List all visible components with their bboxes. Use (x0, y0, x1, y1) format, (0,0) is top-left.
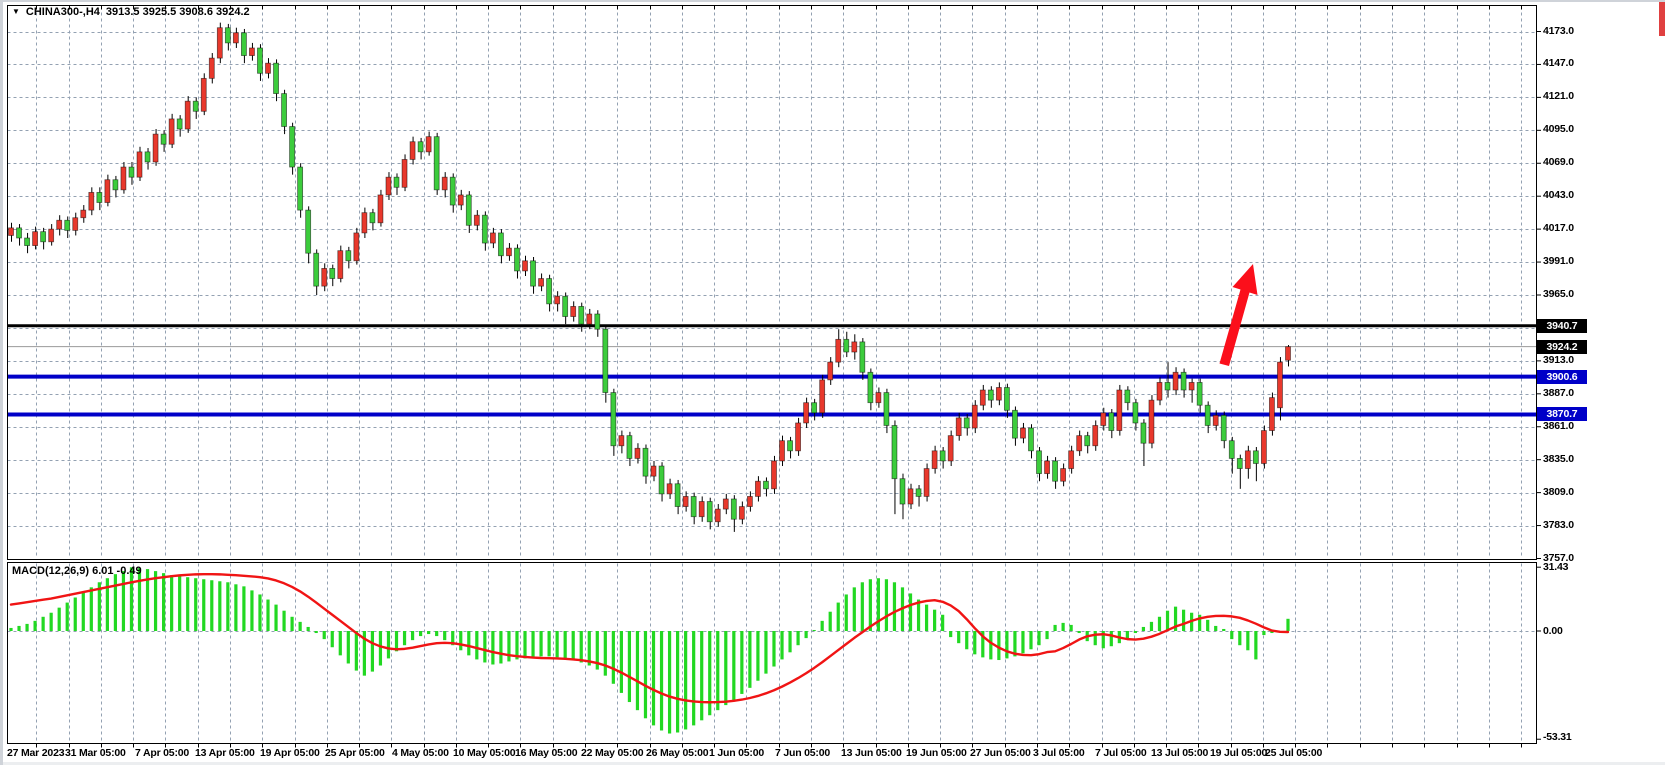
price-badge: 3900.6 (1537, 370, 1587, 384)
up-arrow-annotation[interactable] (1220, 264, 1258, 366)
symbol-dropdown-icon[interactable]: ▼ (12, 7, 20, 17)
ohlc-values: 3913.5 3925.5 3908.6 3924.2 (106, 6, 250, 18)
price-axis-label: 4121.0 (1543, 90, 1574, 102)
time-axis-label: 16 May 05:00 (515, 747, 577, 759)
price-axis-label: 4095.0 (1543, 123, 1574, 135)
price-axis-label: 4173.0 (1543, 25, 1574, 37)
time-axis-label: 10 May 05:00 (453, 747, 515, 759)
price-axis-label: 4147.0 (1543, 57, 1574, 69)
time-axis-label: 7 Jul 05:00 (1095, 747, 1147, 759)
price-axis-label: 3913.0 (1543, 354, 1574, 366)
time-axis-label: 26 May 05:00 (646, 747, 708, 759)
time-axis-label: 7 Apr 05:00 (135, 747, 189, 759)
time-axis-label: 27 Jun 05:00 (970, 747, 1031, 759)
time-axis-label: 1 Jun 05:00 (709, 747, 764, 759)
price-axis-label: 4017.0 (1543, 222, 1574, 234)
price-badge: 3870.7 (1537, 407, 1587, 421)
time-axis-label: 19 Apr 05:00 (260, 747, 320, 759)
time-axis-label: 13 Jul 05:00 (1151, 747, 1208, 759)
macd-axis-label: 0.00 (1543, 625, 1563, 637)
price-badge: 3924.2 (1537, 340, 1587, 354)
price-axis-label: 3783.0 (1543, 519, 1574, 531)
time-axis-label: 25 Apr 05:00 (325, 747, 385, 759)
time-axis-label: 27 Mar 2023 (7, 747, 64, 759)
time-axis-label: 19 Jul 05:00 (1210, 747, 1267, 759)
price-axis-label: 3965.0 (1543, 288, 1574, 300)
price-axis-label: 3887.0 (1543, 387, 1574, 399)
time-axis-label: 3 Jul 05:00 (1033, 747, 1085, 759)
time-axis-label: 31 Mar 05:00 (65, 747, 126, 759)
mt4-chart-window: ▼ CHINA300-,H4 3913.5 3925.5 3908.6 3924… (0, 0, 1665, 765)
time-axis-label: 19 Jun 05:00 (906, 747, 967, 759)
price-axis-label: 3809.0 (1543, 486, 1574, 498)
price-axis-label: 3991.0 (1543, 255, 1574, 267)
time-axis-label: 7 Jun 05:00 (775, 747, 830, 759)
time-axis-label: 13 Jun 05:00 (841, 747, 902, 759)
chart-title: ▼ CHINA300-,H4 3913.5 3925.5 3908.6 3924… (12, 6, 250, 18)
macd-axis-label: 31.43 (1543, 561, 1568, 573)
time-axis-label: 25 Jul 05:00 (1265, 747, 1322, 759)
macd-indicator-label: MACD(12,26,9) 6.01 -0.49 (12, 565, 142, 577)
time-axis-label: 4 May 05:00 (392, 747, 449, 759)
macd-axis-label: -53.31 (1543, 731, 1572, 743)
symbol-period-label: CHINA300-,H4 (26, 6, 100, 18)
time-axis-label: 13 Apr 05:00 (195, 747, 255, 759)
price-axis-label: 4043.0 (1543, 189, 1574, 201)
price-axis-label: 4069.0 (1543, 156, 1574, 168)
price-axis-label: 3861.0 (1543, 420, 1574, 432)
red-corner-marker (1659, 2, 1665, 36)
time-axis-label: 22 May 05:00 (581, 747, 643, 759)
chart-canvas[interactable] (3, 2, 1665, 765)
price-badge: 3940.7 (1537, 319, 1587, 333)
price-axis-label: 3835.0 (1543, 453, 1574, 465)
